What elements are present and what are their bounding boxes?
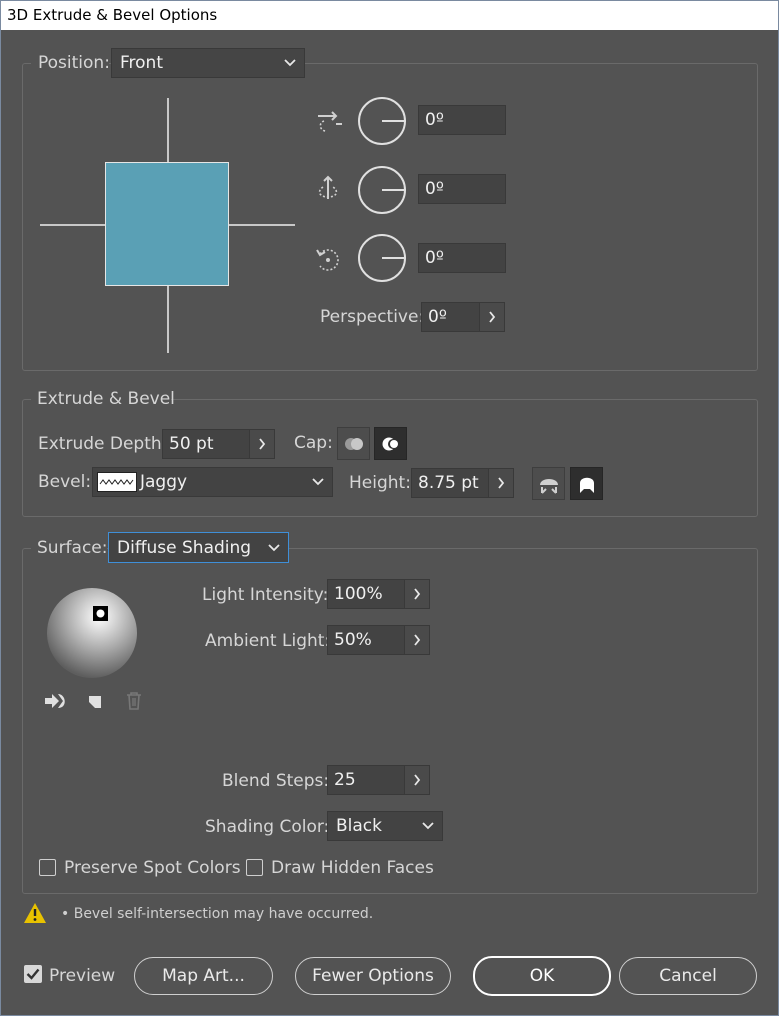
preserve-spot-colors-label: Preserve Spot Colors: [64, 858, 241, 878]
rotate-y-dial[interactable]: [358, 166, 406, 214]
bevel-label: Bevel:: [38, 472, 92, 492]
blend-steps-label: Blend Steps:: [222, 771, 330, 791]
fewer-options-button[interactable]: Fewer Options: [295, 957, 451, 995]
rotate-z-icon: [316, 249, 339, 271]
chevron-right-icon: [498, 477, 505, 489]
rotate-x-icon: [318, 111, 342, 132]
shading-color-label: Shading Color:: [205, 817, 330, 837]
surface-dropdown[interactable]: Diffuse Shading: [108, 532, 289, 563]
map-art-button[interactable]: Map Art...: [134, 957, 273, 995]
bevel-in-icon: [579, 477, 594, 493]
ok-button[interactable]: OK: [473, 956, 611, 996]
cap-on-button[interactable]: [374, 427, 407, 460]
move-light-back-icon[interactable]: [44, 692, 70, 710]
height-label: Height:: [349, 473, 411, 493]
bevel-value: Jaggy: [140, 472, 188, 492]
track-cube-preview[interactable]: [40, 98, 295, 353]
preview-checkbox[interactable]: [24, 965, 42, 983]
cap-off-button[interactable]: [337, 427, 370, 460]
light-intensity-field[interactable]: 100%: [327, 579, 405, 609]
checkmark-icon: [26, 968, 40, 980]
cube-face: [105, 162, 229, 286]
extrude-depth-stepper[interactable]: [249, 429, 275, 459]
preview-label: Preview: [49, 966, 116, 986]
ambient-light-stepper[interactable]: [404, 625, 430, 655]
chevron-right-icon: [489, 311, 496, 323]
window-title: 3D Extrude & Bevel Options: [1, 1, 778, 30]
rotate-z-dial[interactable]: [358, 234, 406, 282]
ambient-light-field[interactable]: 50%: [327, 625, 405, 655]
rotate-y-field[interactable]: 0º: [418, 174, 506, 204]
position-dropdown[interactable]: Front: [111, 48, 305, 78]
rotate-y-icon: [318, 175, 338, 199]
cancel-button[interactable]: Cancel: [619, 957, 757, 995]
rotate-x-dial[interactable]: [358, 97, 406, 145]
bevel-dropdown[interactable]: Jaggy: [92, 467, 333, 497]
extrude-depth-label: Extrude Depth:: [38, 434, 168, 454]
bevel-preview-swatch: [97, 472, 137, 492]
new-light-icon[interactable]: [86, 692, 104, 710]
blend-steps-stepper[interactable]: [404, 765, 430, 795]
chevron-right-icon: [414, 634, 421, 646]
chevron-down-icon: [284, 59, 296, 67]
bevel-out-button[interactable]: [532, 467, 565, 500]
chevron-down-icon: [268, 543, 280, 551]
perspective-label: Perspective:: [320, 307, 425, 327]
bevel-in-button[interactable]: [570, 467, 603, 500]
chevron-down-icon: [422, 822, 434, 830]
warning-text: • Bevel self-intersection may have occur…: [61, 906, 374, 922]
rotate-z-field[interactable]: 0º: [418, 243, 506, 273]
light-intensity-stepper[interactable]: [404, 579, 430, 609]
rotate-x-field[interactable]: 0º: [418, 105, 506, 135]
preserve-spot-colors-checkbox[interactable]: [39, 859, 56, 876]
cap-on-icon: [382, 437, 398, 450]
surface-label: Surface:: [37, 538, 108, 558]
extrude-depth-field[interactable]: 50 pt: [162, 429, 250, 459]
bevel-out-icon: [539, 478, 558, 494]
chevron-right-icon: [414, 588, 421, 600]
delete-light-icon[interactable]: [125, 691, 143, 711]
light-intensity-label: Light Intensity:: [202, 585, 329, 605]
draw-hidden-faces-label: Draw Hidden Faces: [271, 858, 434, 878]
cap-off-icon: [344, 437, 363, 450]
extrude-section-title: Extrude & Bevel: [37, 389, 175, 409]
height-stepper[interactable]: [488, 468, 514, 498]
shading-color-value: Black: [336, 816, 382, 836]
perspective-stepper[interactable]: [479, 302, 505, 332]
chevron-down-icon: [312, 478, 324, 486]
perspective-field[interactable]: 0º: [421, 302, 480, 332]
position-value: Front: [120, 53, 163, 73]
shading-color-dropdown[interactable]: Black: [327, 811, 443, 841]
surface-value: Diffuse Shading: [117, 537, 252, 558]
ambient-light-label: Ambient Light:: [205, 631, 331, 651]
draw-hidden-faces-checkbox[interactable]: [246, 859, 263, 876]
chevron-right-icon: [414, 774, 421, 786]
blend-steps-field[interactable]: 25: [327, 765, 405, 795]
light-sphere[interactable]: [45, 586, 139, 680]
cap-label: Cap:: [294, 433, 333, 453]
height-field[interactable]: 8.75 pt: [411, 468, 489, 498]
warning-icon: [24, 903, 46, 923]
position-label: Position:: [38, 53, 110, 73]
chevron-right-icon: [259, 438, 266, 450]
dialog-window: 3D Extrude & Bevel Options Position: Fro…: [0, 0, 779, 1016]
